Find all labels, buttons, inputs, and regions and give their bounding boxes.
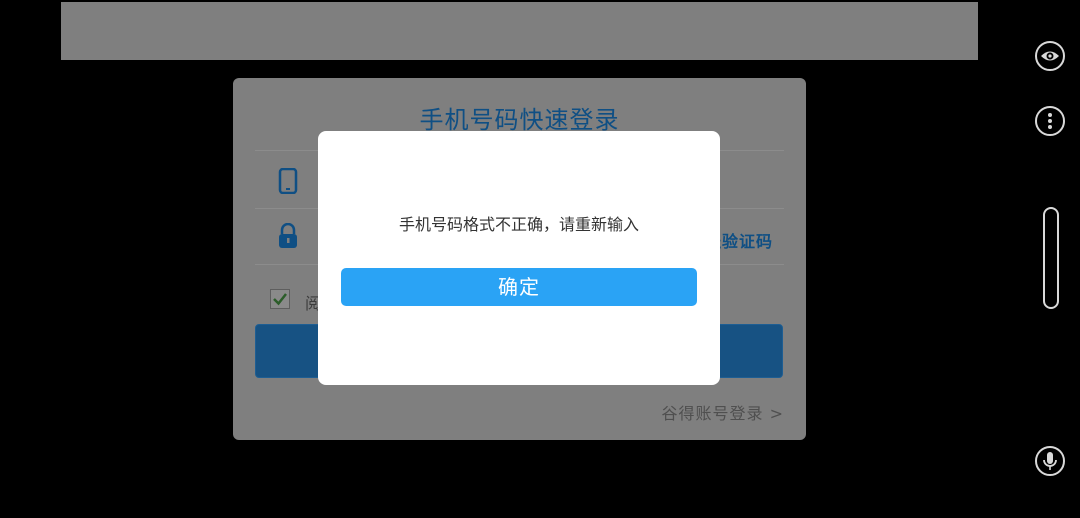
mic-button[interactable] (1035, 446, 1065, 476)
more-vertical-icon (1048, 113, 1052, 129)
eye-icon (1041, 51, 1059, 61)
checkmark-icon (273, 293, 287, 306)
microphone-icon (1043, 452, 1057, 470)
alert-message: 手机号码格式不正确，请重新输入 (398, 215, 639, 234)
agree-checkbox[interactable] (270, 289, 290, 309)
more-button[interactable] (1035, 106, 1065, 136)
top-banner (61, 2, 978, 60)
zoom-slider[interactable] (1043, 207, 1059, 309)
confirm-button[interactable]: 确定 (341, 268, 697, 306)
agree-text: 阅读并同意 (305, 294, 319, 313)
phone-icon (278, 168, 298, 194)
account-login-link[interactable]: 谷得账号登录 > (662, 400, 785, 424)
eye-button[interactable] (1035, 41, 1065, 71)
alert-dialog: 手机号码格式不正确，请重新输入 确定 (318, 131, 720, 385)
app-screen: 手机号码快速登录 发送验证码 阅读并同意 谷得账号登录 > 手机号码格式不正确，… (0, 0, 1080, 518)
lock-icon (279, 223, 297, 248)
login-title: 手机号码快速登录 (419, 106, 620, 134)
